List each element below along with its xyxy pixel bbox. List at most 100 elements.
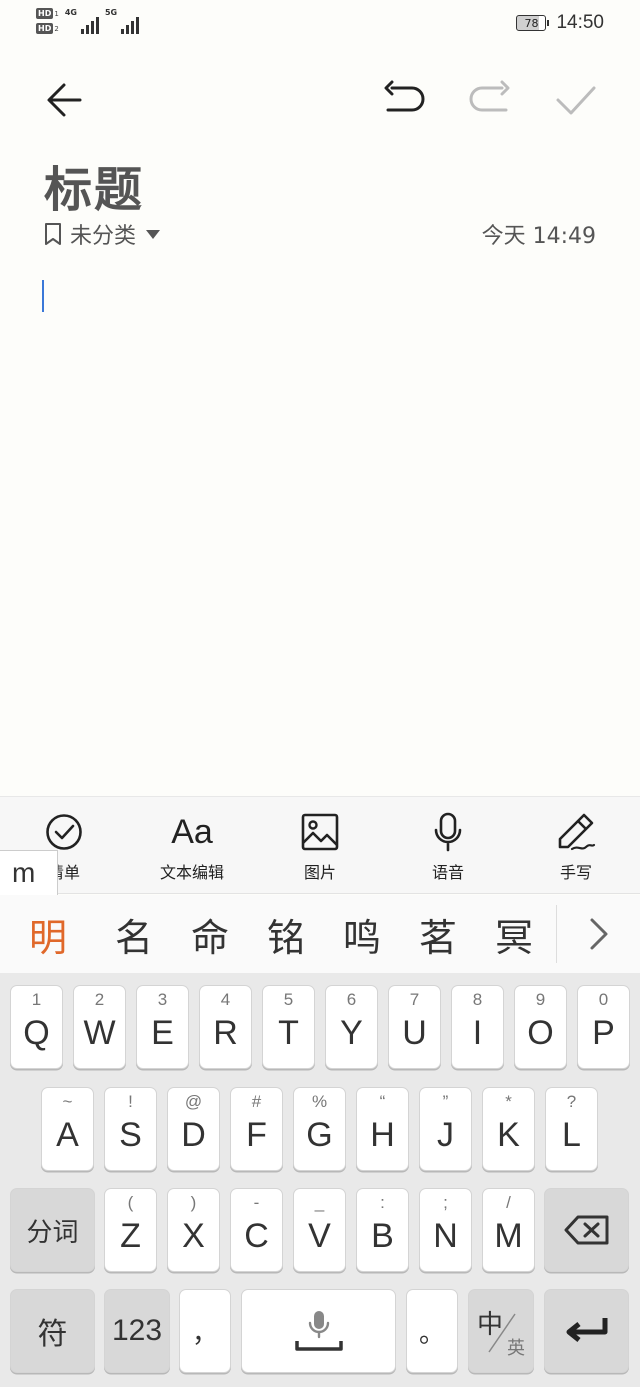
key-x[interactable]: ) X xyxy=(167,1188,220,1272)
undo-icon xyxy=(384,80,425,112)
key-secondary-label: ; xyxy=(443,1193,448,1212)
key-c[interactable]: -C xyxy=(230,1188,283,1272)
key-label: H xyxy=(370,1115,395,1154)
note-meta: 未分类 今天 14:49 xyxy=(44,218,596,250)
redo-button[interactable] xyxy=(466,76,514,124)
candidate-item[interactable]: 明 xyxy=(0,907,96,962)
key-label: R xyxy=(213,1013,238,1052)
key-e[interactable]: 3E xyxy=(136,985,189,1069)
key-u[interactable]: 7U xyxy=(388,985,441,1069)
language-toggle-key[interactable]: 中 英 xyxy=(468,1289,534,1373)
symbols-key[interactable]: 符 xyxy=(10,1289,95,1373)
comma-key[interactable]: ， xyxy=(179,1289,231,1373)
segment-key[interactable]: 分词 xyxy=(10,1188,95,1272)
key-label: M xyxy=(494,1216,523,1255)
key-label: U xyxy=(402,1013,427,1052)
key-d[interactable]: @ D xyxy=(167,1087,220,1171)
key-w[interactable]: 2W xyxy=(73,985,126,1069)
more-candidates-button[interactable] xyxy=(557,917,640,951)
key-s[interactable]: ! S xyxy=(104,1087,157,1171)
numbers-key[interactable]: 123 xyxy=(104,1289,170,1373)
arrow-left-icon xyxy=(47,83,82,117)
hd-badge-1: HD xyxy=(36,8,54,19)
image-button[interactable]: 图片 xyxy=(256,797,384,893)
candidate-item[interactable]: 命 xyxy=(172,907,248,962)
microphone-icon xyxy=(434,812,462,852)
key-label: Q xyxy=(23,1013,50,1052)
key-label: G xyxy=(306,1115,333,1154)
status-time: 14:50 xyxy=(556,12,604,33)
key-m[interactable]: / M xyxy=(482,1188,535,1272)
key-i[interactable]: 8I xyxy=(451,985,504,1069)
key-f[interactable]: # F xyxy=(230,1087,283,1171)
key-label: L xyxy=(562,1115,581,1154)
key-secondary-label: ) xyxy=(190,1193,197,1212)
key-label: F xyxy=(246,1115,267,1154)
back-button[interactable] xyxy=(40,76,88,124)
category-selector[interactable]: 未分类 xyxy=(44,218,161,250)
key-l[interactable]: ? L xyxy=(545,1087,598,1171)
enter-key[interactable] xyxy=(544,1289,629,1373)
candidate-item[interactable]: 铭 xyxy=(248,907,324,962)
key-q[interactable]: 1Q xyxy=(10,985,63,1069)
key-label: X xyxy=(182,1216,205,1255)
key-label: Z xyxy=(120,1216,141,1255)
key-secondary-label: / xyxy=(506,1193,511,1212)
key-label: E xyxy=(151,1013,174,1052)
key-secondary-label: * xyxy=(505,1092,512,1111)
key-label: T xyxy=(278,1013,299,1052)
key-h[interactable]: “H xyxy=(356,1087,409,1171)
backspace-icon xyxy=(564,1215,608,1245)
text-cursor[interactable] xyxy=(42,280,44,312)
chevron-right-icon xyxy=(590,918,607,950)
key-secondary-label: 1 xyxy=(31,990,42,1009)
text-format-icon: Aa xyxy=(171,812,213,851)
key-label: W xyxy=(83,1013,116,1052)
voice-button[interactable]: 语音 xyxy=(384,797,512,893)
key-p[interactable]: 0P xyxy=(577,985,630,1069)
key-secondary-label: ? xyxy=(566,1092,577,1111)
key-k[interactable]: * K xyxy=(482,1087,535,1171)
candidate-item[interactable]: 冥 xyxy=(476,907,552,962)
key-secondary-label: 5 xyxy=(283,990,294,1009)
candidate-item[interactable]: 茗 xyxy=(400,907,476,962)
key-label: O xyxy=(527,1013,554,1052)
period-key[interactable]: 。 xyxy=(406,1289,458,1373)
key-z[interactable]: (Z xyxy=(104,1188,157,1272)
text-edit-button[interactable]: Aa 文本编辑 xyxy=(128,797,256,893)
pen-icon xyxy=(558,813,596,851)
key-secondary-label: 0 xyxy=(598,990,609,1009)
candidate-item[interactable]: 名 xyxy=(96,907,172,962)
key-n[interactable]: ; N xyxy=(419,1188,472,1272)
candidate-item[interactable]: 鸣 xyxy=(324,907,400,962)
candidate-bar: 明 名 命 铭 鸣 茗 冥 xyxy=(0,895,640,973)
battery-icon: 78 xyxy=(516,15,550,31)
microphone-space-icon xyxy=(294,1311,343,1351)
key-label: N xyxy=(433,1216,458,1255)
save-button[interactable] xyxy=(552,76,600,124)
key-g[interactable]: % G xyxy=(293,1087,346,1171)
key-secondary-label: : xyxy=(380,1193,385,1212)
key-secondary-label: 7 xyxy=(409,990,420,1009)
key-secondary-label: ” xyxy=(442,1092,449,1111)
key-o[interactable]: 9O xyxy=(514,985,567,1069)
key-t[interactable]: 5T xyxy=(262,985,315,1069)
key-j[interactable]: ” J xyxy=(419,1087,472,1171)
key-b[interactable]: :B xyxy=(356,1188,409,1272)
composing-text: m xyxy=(0,850,58,896)
key-a[interactable]: ~ A xyxy=(41,1087,94,1171)
space-key[interactable] xyxy=(241,1289,396,1373)
status-bar: HD 1 HD 2 4G 5G 78 14:50 xyxy=(36,8,604,34)
key-y[interactable]: 6Y xyxy=(325,985,378,1069)
signal-icon-2: 5G xyxy=(105,8,140,34)
note-title[interactable]: 标题 xyxy=(44,150,144,220)
undo-button[interactable] xyxy=(380,76,428,124)
key-v[interactable]: _ V xyxy=(293,1188,346,1272)
handwriting-button[interactable]: 手写 xyxy=(512,797,640,893)
backspace-key[interactable] xyxy=(544,1188,629,1272)
key-r[interactable]: 4R xyxy=(199,985,252,1069)
note-toolbar xyxy=(0,68,640,128)
key-secondary-label: 3 xyxy=(157,990,168,1009)
key-secondary-label: 9 xyxy=(535,990,546,1009)
key-label: P xyxy=(592,1013,615,1052)
